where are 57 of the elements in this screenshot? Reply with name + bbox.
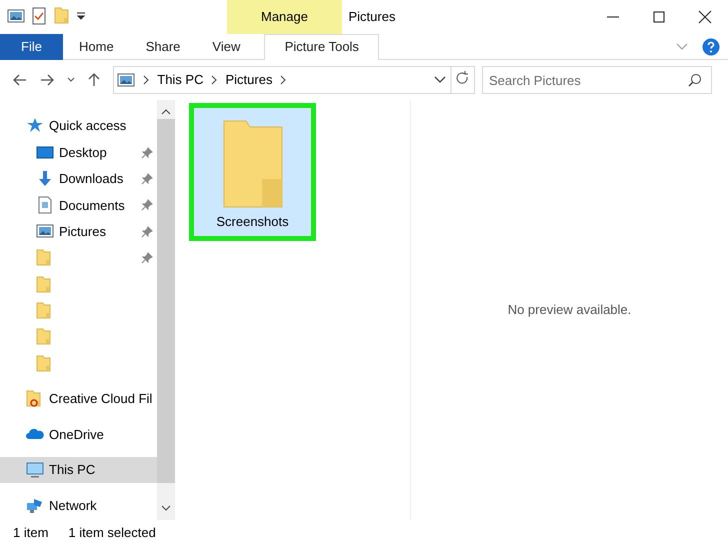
computer-icon bbox=[26, 460, 44, 479]
context-tab-header: Manage bbox=[227, 0, 342, 34]
up-arrow-icon[interactable] bbox=[88, 73, 100, 87]
ribbon-tab[interactable]: Home bbox=[63, 34, 130, 60]
nav-label: Quick access bbox=[49, 117, 128, 136]
nav-label: Documents bbox=[59, 196, 126, 215]
search-field[interactable]: Search Pictures bbox=[482, 66, 712, 94]
folder-icon bbox=[222, 119, 284, 209]
nav-item[interactable]: Downloads bbox=[0, 166, 157, 192]
preview-message: No preview available. bbox=[508, 301, 632, 320]
nav-label: Pictures bbox=[59, 223, 107, 241]
status-count: 1 item bbox=[13, 524, 48, 542]
nav-label: Downloads bbox=[59, 170, 124, 188]
ribbon-tab[interactable]: View bbox=[196, 34, 256, 60]
document-icon bbox=[36, 196, 54, 214]
breadcrumb-item[interactable]: Pictures bbox=[225, 70, 272, 90]
nav-item[interactable]: Creative Cloud Fil bbox=[0, 386, 157, 412]
pictures-icon[interactable] bbox=[6, 8, 24, 24]
file-tab[interactable]: File bbox=[0, 34, 63, 60]
nav-item[interactable]: Network bbox=[0, 492, 157, 518]
nav-item[interactable]: This PC bbox=[0, 456, 157, 484]
forward-arrow-icon[interactable] bbox=[40, 74, 54, 86]
network-icon bbox=[26, 496, 44, 514]
nav-item[interactable]: OneDrive bbox=[0, 421, 157, 448]
folder-tile[interactable]: Screenshots bbox=[189, 103, 316, 241]
nav-label: This PC bbox=[49, 461, 96, 480]
nav-label: Network bbox=[49, 496, 98, 515]
nav-label: Desktop bbox=[59, 144, 108, 162]
ribbon-tab[interactable]: Picture Tools bbox=[264, 34, 380, 60]
pictures-icon bbox=[117, 72, 136, 88]
caret-down-icon[interactable] bbox=[76, 10, 86, 20]
breadcrumb-item[interactable]: This PC bbox=[157, 70, 204, 90]
chevron-down-icon[interactable] bbox=[676, 42, 688, 50]
search-icon[interactable] bbox=[688, 73, 702, 87]
address-bar[interactable]: This PC Pictures bbox=[113, 66, 475, 94]
folder-name: Screenshots bbox=[216, 213, 289, 232]
help-icon[interactable] bbox=[702, 38, 720, 56]
dropdown-caret-icon[interactable] bbox=[434, 76, 446, 84]
chevron-right-icon bbox=[143, 75, 150, 85]
close-icon[interactable] bbox=[696, 9, 714, 25]
ribbon-tab[interactable]: Share bbox=[130, 34, 196, 60]
nav-item[interactable]: Desktop bbox=[0, 139, 157, 166]
nav-item[interactable]: Quick access bbox=[0, 113, 157, 140]
caret-down-icon[interactable] bbox=[67, 77, 75, 83]
scroll-up-icon[interactable] bbox=[161, 108, 171, 116]
nav-item[interactable]: Documents bbox=[0, 192, 157, 219]
chevron-right-icon bbox=[211, 75, 218, 85]
download-arrow-icon bbox=[36, 170, 54, 188]
chevron-right-icon bbox=[280, 75, 286, 85]
window-title: Pictures bbox=[348, 8, 396, 26]
nav-item[interactable]: Pictures bbox=[0, 218, 157, 245]
scroll-down-icon[interactable] bbox=[161, 504, 171, 512]
status-selection: 1 item selected bbox=[68, 524, 156, 542]
back-arrow-icon[interactable] bbox=[13, 74, 27, 86]
nav-label: OneDrive bbox=[49, 426, 105, 444]
properties-checklist-icon[interactable] bbox=[31, 6, 47, 24]
nav-label: Creative Cloud Fil bbox=[49, 390, 153, 408]
